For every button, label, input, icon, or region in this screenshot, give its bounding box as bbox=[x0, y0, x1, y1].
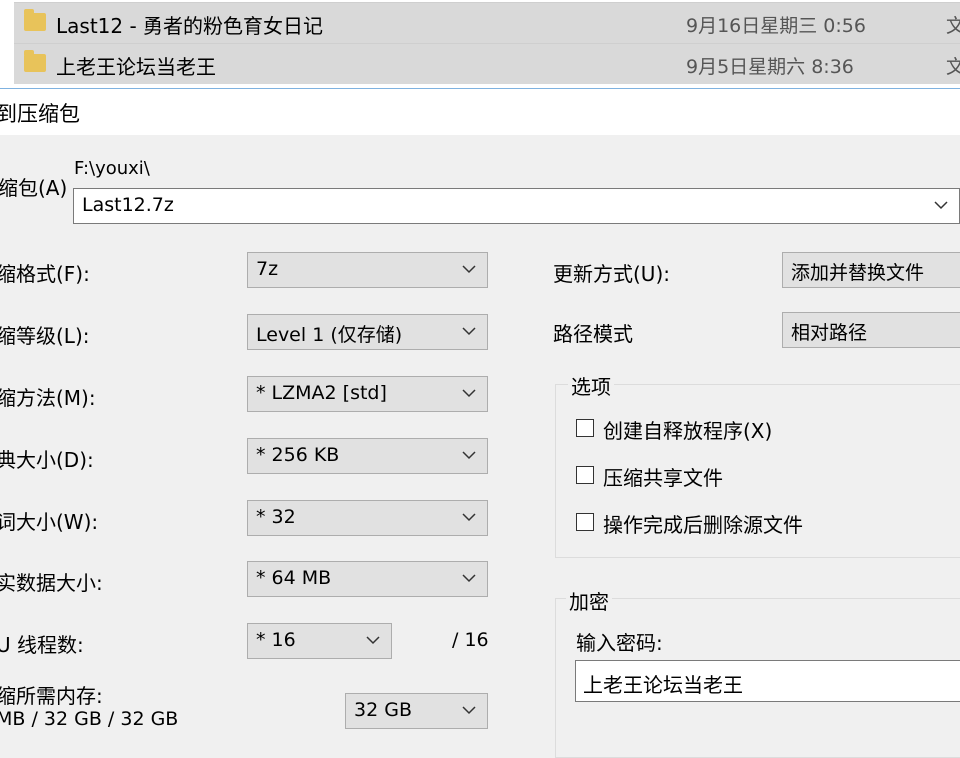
update-mode-combo[interactable]: 添加并替换文件 bbox=[782, 252, 960, 288]
folder-icon bbox=[24, 50, 46, 72]
encryption-title: 加密 bbox=[566, 586, 612, 615]
dictionary-value: * 256 KB bbox=[256, 444, 340, 466]
method-value: * LZMA2 [std] bbox=[256, 382, 387, 404]
file-name: 上老王论坛当老王 bbox=[56, 55, 216, 79]
chevron-down-icon[interactable] bbox=[461, 385, 477, 401]
chevron-down-icon[interactable] bbox=[461, 261, 477, 277]
options-title: 选项 bbox=[568, 371, 614, 400]
dialog-title: 到压缩包 bbox=[0, 102, 80, 126]
shared-files-label: 压缩共享文件 bbox=[603, 466, 723, 490]
chevron-down-icon[interactable] bbox=[461, 509, 477, 525]
memory-label: 缩所需内存: bbox=[0, 684, 103, 708]
delete-after-checkbox[interactable] bbox=[576, 513, 594, 531]
chevron-down-icon[interactable] bbox=[461, 702, 477, 718]
password-value: 上老王论坛当老王 bbox=[583, 673, 743, 697]
path-mode-combo[interactable]: 相对路径 bbox=[782, 312, 960, 348]
chevron-down-icon[interactable] bbox=[461, 447, 477, 463]
chevron-down-icon[interactable] bbox=[461, 570, 477, 586]
chevron-down-icon[interactable] bbox=[365, 632, 381, 648]
method-label: 缩方法(M): bbox=[0, 386, 96, 410]
method-combo[interactable]: * LZMA2 [std] bbox=[247, 376, 488, 412]
memory-combo[interactable]: 32 GB bbox=[345, 693, 488, 729]
file-date: 9月5日星期六 8:36 bbox=[686, 56, 854, 78]
file-name: Last12 - 勇者的粉色育女日记 bbox=[56, 14, 324, 38]
archive-label: 缩包(A) bbox=[0, 176, 68, 200]
chevron-down-icon[interactable] bbox=[461, 323, 477, 339]
file-row[interactable]: 上老王论坛当老王 9月5日星期六 8:36 文 bbox=[14, 43, 960, 84]
chevron-down-icon[interactable] bbox=[933, 197, 949, 213]
word-size-value: * 32 bbox=[256, 506, 296, 528]
file-date: 9月16日星期三 0:56 bbox=[686, 15, 866, 37]
update-mode-value: 添加并替换文件 bbox=[791, 262, 925, 284]
word-size-label: 词大小(W): bbox=[0, 510, 99, 534]
sfx-checkbox[interactable] bbox=[576, 419, 594, 437]
word-size-combo[interactable]: * 32 bbox=[247, 500, 488, 536]
memory-value: 32 GB bbox=[354, 699, 412, 721]
path-mode-label: 路径模式 bbox=[553, 322, 633, 346]
solid-size-combo[interactable]: * 64 MB bbox=[247, 561, 488, 597]
dictionary-label: 典大小(D): bbox=[0, 448, 94, 472]
file-list: Last12 - 勇者的粉色育女日记 9月16日星期三 0:56 文 上老王论坛… bbox=[0, 0, 960, 88]
threads-label: U 线程数: bbox=[0, 633, 84, 657]
archive-name-combo[interactable]: Last12.7z bbox=[73, 188, 960, 224]
memory-detail: MB / 32 GB / 32 GB bbox=[0, 708, 179, 730]
sfx-label: 创建自释放程序(X) bbox=[603, 419, 773, 443]
format-combo[interactable]: 7z bbox=[247, 252, 488, 288]
delete-after-label: 操作完成后删除源文件 bbox=[603, 513, 803, 537]
dialog-titlebar: 到压缩包 bbox=[0, 88, 960, 135]
level-combo[interactable]: Level 1 (仅存储) bbox=[247, 314, 488, 350]
level-value: Level 1 (仅存储) bbox=[256, 324, 403, 346]
file-type: 文 bbox=[946, 15, 960, 37]
archive-path: F:\youxi\ bbox=[74, 158, 150, 179]
level-label: 缩等级(L): bbox=[0, 324, 90, 348]
threads-combo[interactable]: * 16 bbox=[247, 623, 392, 659]
file-type: 文 bbox=[946, 56, 960, 78]
update-mode-label: 更新方式(U): bbox=[553, 262, 670, 286]
password-input[interactable]: 上老王论坛当老王 bbox=[575, 660, 960, 702]
file-row[interactable]: Last12 - 勇者的粉色育女日记 9月16日星期三 0:56 文 bbox=[14, 2, 960, 43]
shared-files-checkbox[interactable] bbox=[576, 466, 594, 484]
threads-max: / 16 bbox=[452, 629, 489, 651]
password-label: 输入密码: bbox=[576, 631, 663, 655]
folder-icon bbox=[24, 9, 46, 31]
archive-name-value: Last12.7z bbox=[82, 194, 174, 216]
threads-value: * 16 bbox=[256, 629, 296, 651]
dictionary-combo[interactable]: * 256 KB bbox=[247, 438, 488, 474]
format-label: 缩格式(F): bbox=[0, 262, 90, 286]
path-mode-value: 相对路径 bbox=[791, 322, 868, 344]
solid-size-label: 实数据大小: bbox=[0, 571, 103, 595]
solid-size-value: * 64 MB bbox=[256, 567, 332, 589]
format-value: 7z bbox=[256, 258, 279, 280]
